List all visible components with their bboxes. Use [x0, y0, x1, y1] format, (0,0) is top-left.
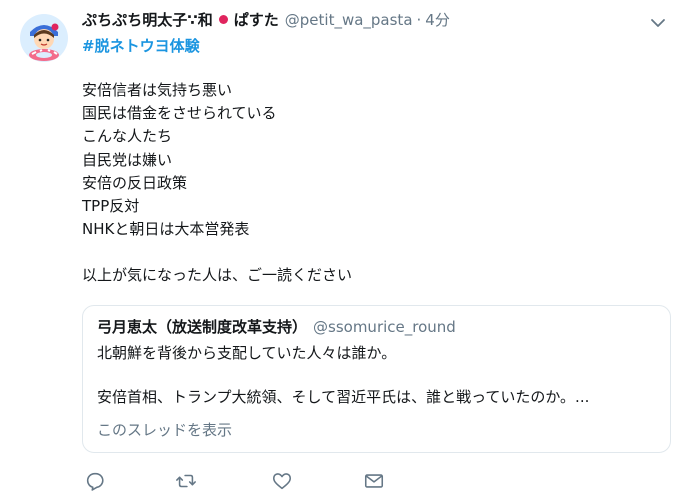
tweet-line: 自民党は嫌い	[82, 150, 173, 169]
chevron-down-icon[interactable]	[650, 14, 666, 27]
quoted-line: 北朝鮮を背後から支配していた人々は誰か。	[97, 344, 397, 362]
quoted-tweet[interactable]: 弓月恵太（放送制度改革支持） @ssomurice_round 北朝鮮を背後から支…	[82, 305, 671, 453]
tweet-header: ぷちぷち明太子∵和 ぱすた @petit_wa_pasta · 4分	[82, 9, 632, 31]
quoted-user-handle: @ssomurice_round	[313, 318, 456, 336]
display-name-part1: ぷちぷち明太子∵和	[82, 11, 213, 29]
quoted-line-blank	[97, 364, 657, 386]
tweet-line: TPP反対	[82, 197, 140, 216]
envelope-icon[interactable]	[363, 470, 385, 492]
display-name[interactable]: ぷちぷち明太子∵和 ぱすた	[82, 9, 279, 30]
avatar[interactable]	[20, 14, 68, 62]
quoted-line: 安倍首相、トランプ大統領、そして習近平氏は、誰と戦っていたのか。...	[97, 388, 590, 406]
heart-icon[interactable]	[271, 470, 293, 492]
quoted-tweet-header: 弓月恵太（放送制度改革支持） @ssomurice_round	[97, 316, 456, 337]
tweet-line: こんな人たち	[82, 127, 173, 146]
tweet-line: 安倍信者は気持ち悪い	[82, 81, 233, 99]
quoted-display-name: 弓月恵太（放送制度改革支持）	[97, 318, 308, 336]
red-circle-icon	[218, 15, 228, 24]
hashtag-link[interactable]: #脱ネトウヨ体験	[82, 35, 200, 56]
tweet-line: 以上が気になった人は、ご一読ください	[82, 266, 353, 285]
display-name-part2: ぱすた	[233, 11, 279, 29]
quoted-tweet-text: 北朝鮮を背後から支配していた人々は誰か。 安倍首相、トランプ大統領、そして習近平…	[97, 342, 657, 408]
user-handle[interactable]: @petit_wa_pasta	[285, 11, 413, 29]
show-thread-link[interactable]: このスレッドを表示	[97, 419, 232, 440]
retweet-icon[interactable]	[175, 470, 197, 492]
tweet-text: 安倍信者は気持ち悪い 国民は借金をさせられている こんな人たち 自民党は嫌い 安…	[82, 79, 642, 288]
avatar-illustration	[20, 14, 68, 62]
tweet-line: 安倍の反日政策	[82, 173, 188, 192]
tweet-actions	[82, 470, 482, 492]
tweet-line: 国民は借金をさせられている	[82, 104, 277, 123]
tweet-line: NHKと朝日は大本営発表	[82, 220, 250, 239]
timestamp[interactable]: 4分	[425, 9, 450, 30]
separator: ·	[416, 11, 422, 29]
reply-icon[interactable]	[84, 470, 106, 492]
